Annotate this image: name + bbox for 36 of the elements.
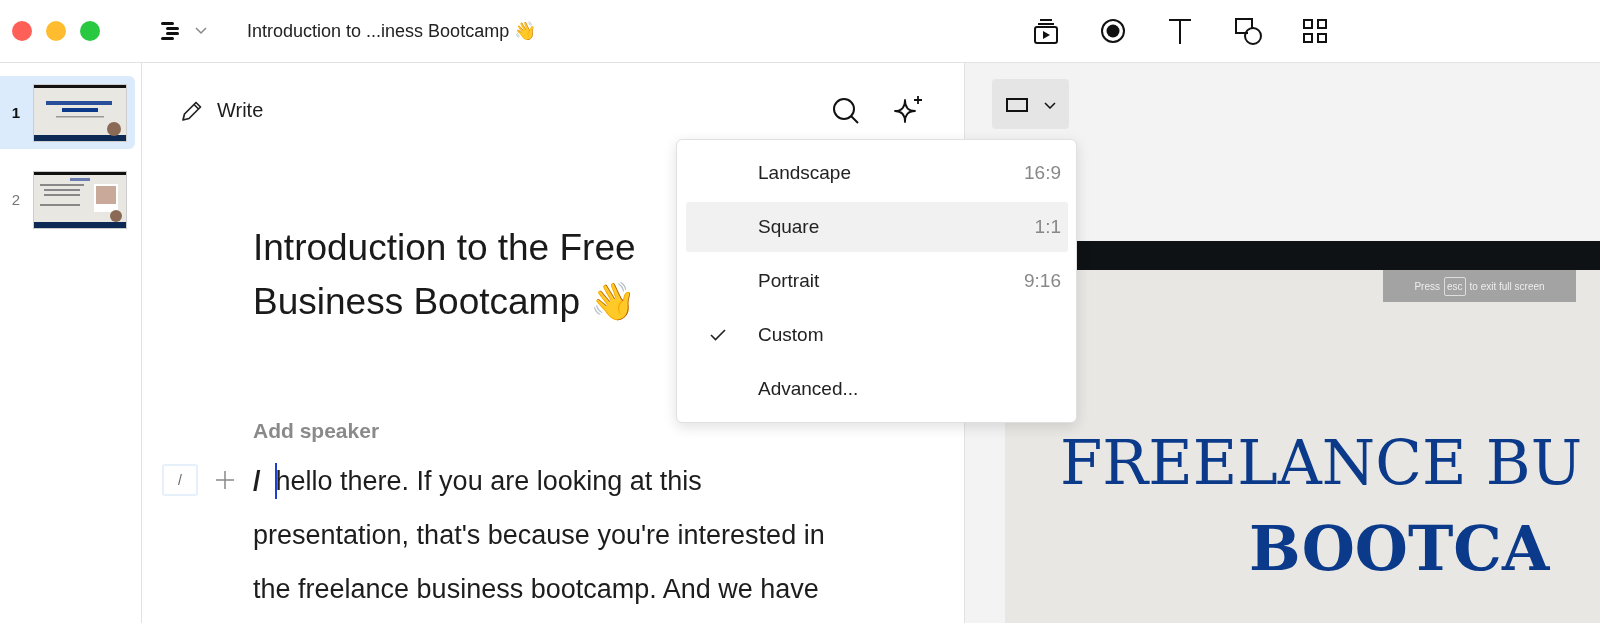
toast-text: to exit full screen xyxy=(1469,280,1545,292)
esc-key-label: esc xyxy=(1443,276,1466,296)
block-handle-button[interactable]: / xyxy=(162,464,198,496)
search-icon[interactable] xyxy=(832,96,860,125)
slide-title: FREELANCE BU xyxy=(1060,426,1583,500)
play-slideshow-icon[interactable] xyxy=(1032,17,1060,45)
slide-title: BOOTCA xyxy=(1249,512,1550,586)
chevron-down-icon xyxy=(195,27,207,35)
write-mode-button[interactable]: Write xyxy=(179,97,264,124)
grid-icon[interactable] xyxy=(1302,18,1328,44)
slide-heading: Introduction to the Free xyxy=(253,226,636,270)
window-title: Introduction to ...iness Bootcamp 👋 xyxy=(247,20,537,42)
aspect-ratio-value: 1:1 xyxy=(1034,216,1061,238)
text-icon[interactable] xyxy=(1166,17,1194,45)
menu-item[interactable]: Portrait 9:16 xyxy=(686,256,1068,306)
aspect-ratio-button[interactable] xyxy=(992,79,1069,129)
toast-text: Press xyxy=(1414,280,1440,292)
menu-item-label: Custom xyxy=(758,324,824,346)
rectangle-icon xyxy=(1005,98,1028,112)
menu-item[interactable]: Advanced... xyxy=(686,364,1068,414)
aspect-ratio-value: 9:16 xyxy=(1024,270,1061,292)
menu-item-label: Advanced... xyxy=(758,378,859,400)
menu-item[interactable]: Square 1:1 xyxy=(686,202,1068,252)
menu-item-label: Portrait xyxy=(758,270,820,292)
menu-item[interactable]: Custom xyxy=(686,310,1068,360)
menu-item-label: Landscape xyxy=(758,162,851,184)
slide-item[interactable]: 1 xyxy=(0,76,135,149)
aspect-ratio-value: 16:9 xyxy=(1024,162,1061,184)
close-window-button[interactable] xyxy=(12,21,32,41)
chevron-down-icon xyxy=(1043,101,1056,109)
menu-item-label: Square xyxy=(758,216,820,238)
slide-item[interactable]: 2 xyxy=(0,163,135,236)
shapes-icon[interactable] xyxy=(1233,16,1263,46)
slide-heading: Business Bootcamp 👋 xyxy=(253,280,637,324)
menu-item[interactable]: Landscape 16:9 xyxy=(686,148,1068,198)
record-icon[interactable] xyxy=(1099,17,1127,45)
